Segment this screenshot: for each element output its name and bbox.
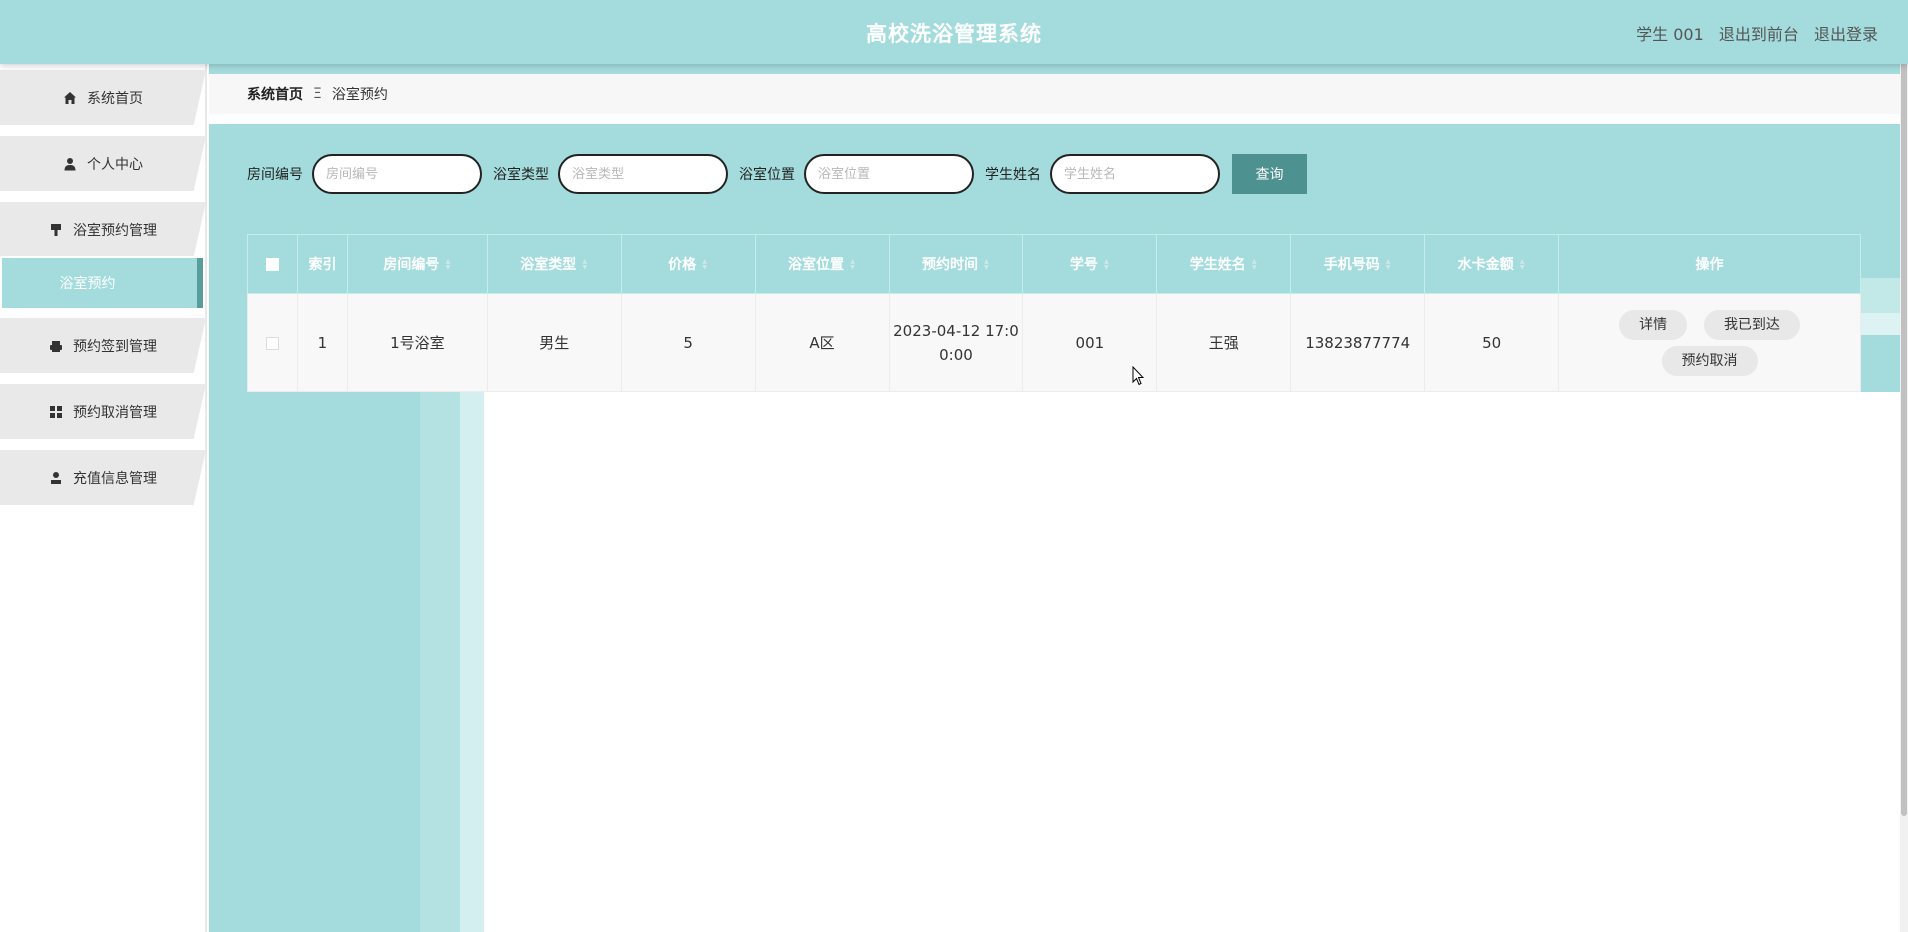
sort-icon[interactable]: ▲ ▼	[1103, 259, 1110, 271]
sidebar-item-profile[interactable]: 个人中心	[0, 136, 206, 191]
cell-actions: 详情 我已到达 预约取消	[1558, 293, 1861, 392]
column-header: 操作	[1558, 234, 1861, 294]
sort-icon[interactable]: ▲ ▼	[444, 259, 451, 271]
search-label-room-no: 房间编号	[247, 167, 303, 183]
reservation-table: 索引 房间编号 ▲ ▼ 浴室类型 ▲ ▼ 价格 ▲ ▼ 浴室位置 ▲ ▼ 预约时间 ▲ ▼ 学号 ▲ ▼…	[247, 234, 1861, 392]
sidebar-item-label: 预约取消管理	[73, 404, 157, 421]
brush-icon	[49, 223, 63, 237]
column-header[interactable]: 浴室位置 ▲ ▼	[754, 234, 890, 294]
sidebar-subitem-label: 浴室预约	[59, 276, 116, 292]
sort-icon[interactable]: ▲ ▼	[849, 259, 856, 271]
sidebar-item-label: 预约签到管理	[73, 338, 157, 355]
sort-icon[interactable]: ▲ ▼	[1385, 259, 1392, 271]
sidebar-subitem-bath-reservation[interactable]: 浴室预约	[0, 256, 205, 310]
search-button[interactable]: 查询	[1232, 154, 1307, 194]
mouse-cursor-icon	[1132, 366, 1144, 386]
page-scrollbar[interactable]	[1900, 0, 1908, 932]
sidebar-item-label: 充值信息管理	[73, 470, 157, 487]
search-label-location: 浴室位置	[739, 167, 795, 183]
sidebar-item-home[interactable]: 系统首页	[0, 70, 206, 125]
sidebar: 系统首页 个人中心 浴室预约管理 浴室预约 预约签到管理 预约取消管理 充值信息…	[0, 64, 207, 932]
top-header: 高校洗浴管理系统 学生 001 退出到前台 退出登录	[0, 0, 1908, 64]
user-icon	[63, 157, 77, 171]
cell-index: 1	[296, 293, 348, 392]
column-header[interactable]: 手机号码 ▲ ▼	[1290, 234, 1426, 294]
time-line: 0:00	[939, 345, 973, 364]
grid-icon	[49, 405, 63, 419]
column-header[interactable]: 房间编号 ▲ ▼	[346, 234, 488, 294]
divider	[209, 114, 1900, 124]
row-select-cell	[247, 293, 298, 392]
cell-location: A区	[754, 293, 890, 392]
sidebar-item-cancel[interactable]: 预约取消管理	[0, 384, 206, 439]
breadcrumb-current: 浴室预约	[331, 87, 388, 103]
table-header-row: 索引 房间编号 ▲ ▼ 浴室类型 ▲ ▼ 价格 ▲ ▼ 浴室位置 ▲ ▼ 预约时间 ▲ ▼ 学号 ▲ ▼…	[247, 234, 1861, 294]
table-row: 1 1号浴室 男生 5 A区 2023-04-12 17:0 0:00 001 王…	[247, 293, 1861, 392]
student-name-input[interactable]	[1050, 154, 1220, 194]
decor-column	[420, 392, 460, 932]
sidebar-item-label: 浴室预约管理	[73, 222, 157, 239]
select-all-checkbox[interactable]	[265, 257, 279, 271]
cancel-reservation-button[interactable]: 预约取消	[1661, 345, 1758, 376]
column-header[interactable]: 水卡金额 ▲ ▼	[1424, 234, 1560, 294]
sidebar-item-checkin[interactable]: 预约签到管理	[0, 318, 206, 373]
sidebar-item-label: 系统首页	[87, 90, 143, 107]
decor-stripe	[1860, 313, 1900, 335]
column-header: 索引	[296, 234, 348, 294]
sidebar-item-bath-booking[interactable]: 浴室预约管理	[0, 202, 206, 257]
bath-type-input[interactable]	[558, 154, 728, 194]
column-header[interactable]: 学生姓名 ▲ ▼	[1156, 234, 1292, 294]
exit-to-front-link[interactable]: 退出到前台	[1719, 25, 1799, 44]
logout-link[interactable]: 退出登录	[1814, 25, 1878, 44]
cell-room-no: 1号浴室	[346, 293, 488, 392]
cell-time: 2023-04-12 17:0 0:00	[888, 293, 1024, 392]
cell-student-name: 王强	[1156, 293, 1292, 392]
empty-area	[484, 392, 1900, 932]
search-label-student-name: 学生姓名	[985, 167, 1041, 183]
sidebar-item-recharge[interactable]: 充值信息管理	[0, 450, 206, 505]
home-icon	[63, 91, 77, 105]
search-label-type: 浴室类型	[493, 167, 549, 183]
column-header[interactable]: 价格 ▲ ▼	[620, 234, 756, 294]
column-header[interactable]: 预约时间 ▲ ▼	[888, 234, 1024, 294]
sort-icon[interactable]: ▲ ▼	[983, 259, 990, 271]
printer-icon	[49, 339, 63, 353]
bath-location-input[interactable]	[804, 154, 974, 194]
active-indicator	[197, 258, 203, 308]
breadcrumb-home[interactable]: 系统首页	[247, 84, 303, 104]
search-bar: 房间编号 浴室类型 浴室位置 学生姓名 查询	[247, 154, 1307, 194]
person-icon	[49, 471, 63, 485]
select-all-cell	[247, 234, 298, 294]
sort-icon[interactable]: ▲ ▼	[1251, 259, 1258, 271]
cell-price: 5	[620, 293, 756, 392]
sidebar-item-label: 个人中心	[87, 156, 143, 173]
scrollbar-thumb[interactable]	[1901, 0, 1907, 816]
cell-phone: 13823877774	[1290, 293, 1426, 392]
column-header[interactable]: 浴室类型 ▲ ▼	[486, 234, 622, 294]
column-header[interactable]: 学号 ▲ ▼	[1022, 234, 1158, 294]
breadcrumb-separator-icon: Ξ	[313, 86, 322, 102]
main-content: 系统首页 Ξ 浴室预约 房间编号 浴室类型 浴室位置 学生姓名 查询 索引 房间…	[209, 64, 1900, 932]
user-menu: 学生 001 退出到前台 退出登录	[1626, 21, 1878, 45]
sort-icon[interactable]: ▲ ▼	[1519, 259, 1526, 271]
sort-icon[interactable]: ▲ ▼	[701, 259, 708, 271]
row-checkbox[interactable]	[265, 336, 279, 350]
decor-stripe	[1860, 278, 1900, 313]
app-title: 高校洗浴管理系统	[866, 22, 1042, 46]
time-line: 2023-04-12 17:0	[893, 321, 1019, 340]
cell-card-amount: 50	[1424, 293, 1560, 392]
sort-icon[interactable]: ▲ ▼	[581, 259, 588, 271]
detail-button[interactable]: 详情	[1619, 309, 1688, 340]
arrived-button[interactable]: 我已到达	[1703, 309, 1800, 340]
decor-column	[460, 392, 484, 932]
room-no-input[interactable]	[312, 154, 482, 194]
cell-type: 男生	[486, 293, 622, 392]
current-user-label: 学生 001	[1636, 25, 1704, 44]
breadcrumb: 系统首页 Ξ 浴室预约	[209, 74, 1900, 114]
